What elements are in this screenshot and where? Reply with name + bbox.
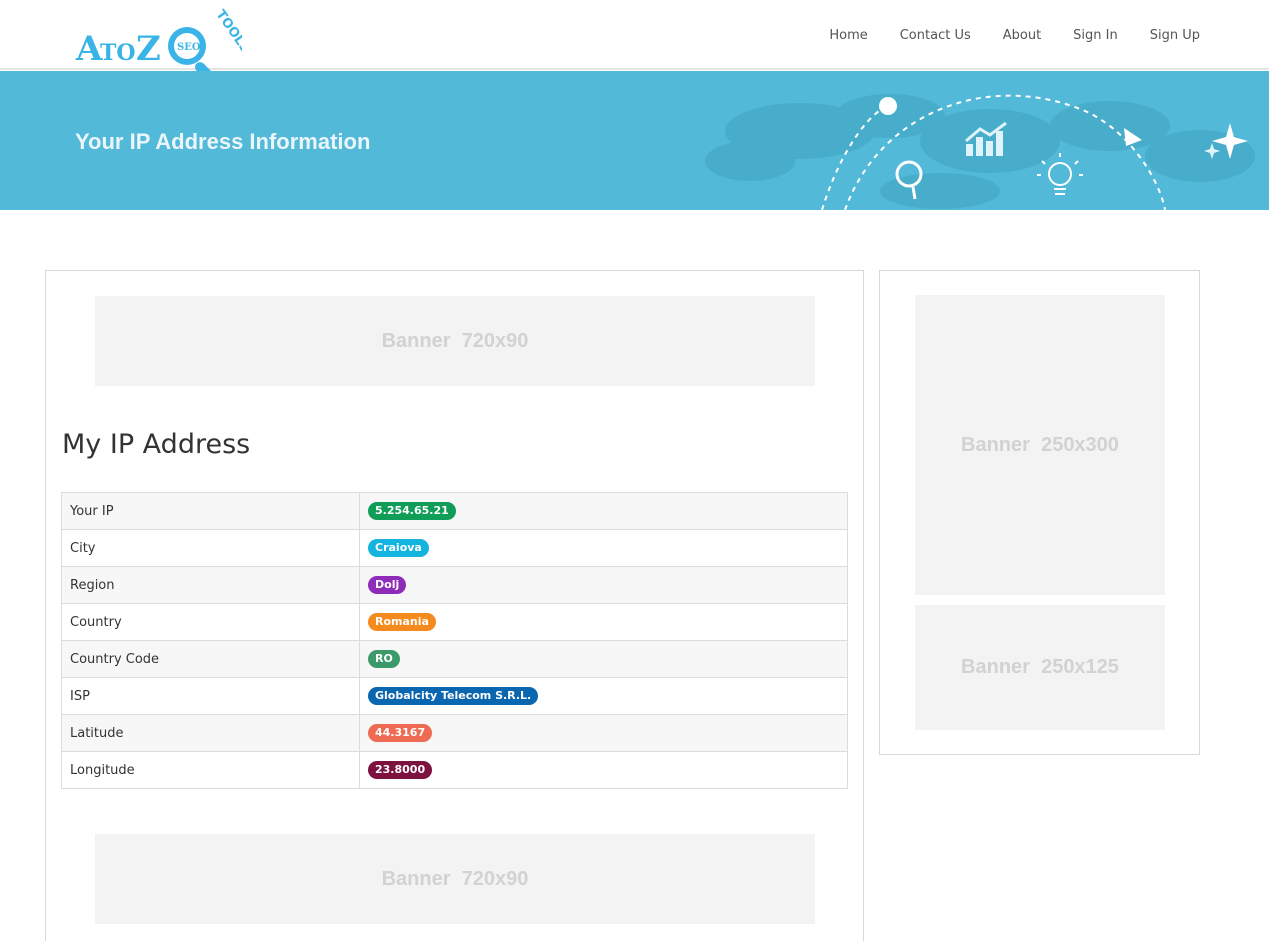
- table-row: Country Romania: [62, 604, 848, 641]
- table-row: Your IP 5.254.65.21: [62, 493, 848, 530]
- main-content-panel: Banner 720x90 My IP Address Your IP 5.254…: [45, 270, 864, 941]
- sidebar-panel: Banner 250x300 Banner 250x125: [879, 270, 1200, 755]
- ad-banner-250x300[interactable]: Banner 250x300: [915, 295, 1165, 595]
- nav-home[interactable]: Home: [829, 28, 867, 43]
- page-title: Your IP Address Information: [75, 129, 370, 155]
- table-row: ISP Globalcity Telecom S.R.L.: [62, 678, 848, 715]
- value-badge: Globalcity Telecom S.R.L.: [368, 687, 538, 705]
- svg-text:TOOLS: TOOLS: [213, 8, 242, 56]
- row-label: Region: [62, 567, 360, 604]
- row-label: Latitude: [62, 715, 360, 752]
- table-row: Region Dolj: [62, 567, 848, 604]
- nav-about[interactable]: About: [1003, 28, 1041, 43]
- table-row: City Craiova: [62, 530, 848, 567]
- row-label: Country Code: [62, 641, 360, 678]
- ad-banner-bottom[interactable]: Banner 720x90: [95, 834, 815, 924]
- main-nav: Home Contact Us About Sign In Sign Up: [797, 28, 1200, 43]
- section-title: My IP Address: [62, 429, 250, 460]
- value-badge: 44.3167: [368, 724, 432, 742]
- value-badge: 5.254.65.21: [368, 502, 456, 520]
- row-value-cell: 44.3167: [360, 715, 848, 752]
- ad-banner-top[interactable]: Banner 720x90: [95, 296, 815, 386]
- value-badge: Dolj: [368, 576, 406, 594]
- nav-sign-up[interactable]: Sign Up: [1150, 28, 1200, 43]
- row-label: City: [62, 530, 360, 567]
- ip-info-table: Your IP 5.254.65.21 City Craiova Region Dolj C…: [61, 492, 848, 789]
- row-value-cell: RO: [360, 641, 848, 678]
- ad-banner-250x125[interactable]: Banner 250x125: [915, 605, 1165, 730]
- table-row: Latitude 44.3167: [62, 715, 848, 752]
- table-row: Longitude 23.8000: [62, 752, 848, 789]
- nav-sign-in[interactable]: Sign In: [1073, 28, 1118, 43]
- top-navbar: A TO Z SEO TOOLS Home Contact Us About S…: [0, 0, 1269, 70]
- row-label: Your IP: [62, 493, 360, 530]
- row-label: Longitude: [62, 752, 360, 789]
- row-value-cell: Romania: [360, 604, 848, 641]
- value-badge: Craiova: [368, 539, 429, 557]
- row-value-cell: 23.8000: [360, 752, 848, 789]
- svg-text:TO: TO: [100, 40, 136, 66]
- svg-text:SEO: SEO: [177, 42, 201, 53]
- row-label: ISP: [62, 678, 360, 715]
- hero-banner: Your IP Address Information: [0, 71, 1269, 210]
- row-value-cell: Craiova: [360, 530, 848, 567]
- svg-text:A: A: [75, 29, 103, 69]
- nav-contact-us[interactable]: Contact Us: [900, 28, 971, 43]
- value-badge: Romania: [368, 613, 436, 631]
- value-badge: 23.8000: [368, 761, 432, 779]
- row-label: Country: [62, 604, 360, 641]
- value-badge: RO: [368, 650, 400, 668]
- svg-text:Z: Z: [136, 29, 161, 69]
- table-row: Country Code RO: [62, 641, 848, 678]
- row-value-cell: Globalcity Telecom S.R.L.: [360, 678, 848, 715]
- row-value-cell: Dolj: [360, 567, 848, 604]
- row-value-cell: 5.254.65.21: [360, 493, 848, 530]
- world-map-illustration: [690, 71, 1269, 210]
